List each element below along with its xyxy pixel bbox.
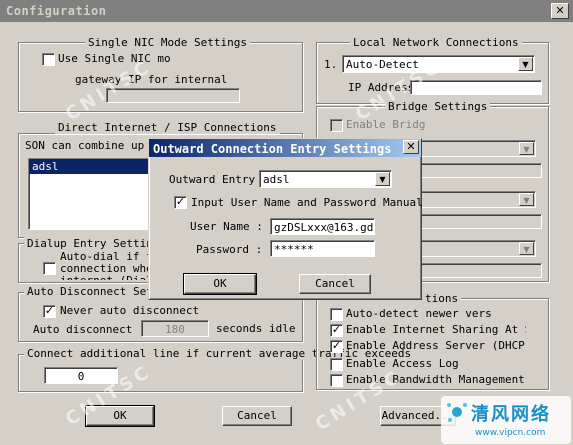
logo-name: 清风网络 — [471, 404, 551, 425]
password-input[interactable]: ****** — [270, 240, 375, 257]
auto-detect-checkbox[interactable] — [330, 308, 343, 321]
password-label: Password : — [196, 243, 263, 256]
options-legend: tions — [422, 292, 462, 305]
auto-dial-line-3: internet (Dial — [60, 274, 153, 280]
check-icon: ✓ — [175, 195, 186, 208]
site-logo: 清风网络 www.vipcn.com — [441, 396, 571, 444]
close-icon: ✕ — [406, 140, 416, 153]
auto-dial-checkbox[interactable] — [43, 262, 56, 275]
bandwidth-checkbox[interactable] — [330, 374, 343, 387]
dialog-ok-button[interactable]: OK — [183, 273, 257, 295]
cancel-button[interactable]: Cancel — [222, 406, 292, 426]
dialog-titlebar: Outward Connection Entry Settings — [149, 139, 421, 157]
enable-bridge-label: Enable Bridg — [346, 118, 426, 131]
direct-internet-legend: Direct Internet / ISP Connections — [55, 121, 280, 134]
dhcp-checkbox[interactable]: ✓ — [330, 340, 343, 353]
dialog-close-button[interactable]: ✕ — [403, 140, 419, 154]
logo-swirl-icon — [447, 403, 467, 422]
bridge-legend: Bridge Settings — [385, 100, 491, 113]
outward-entry-label: Outward Entry — [169, 173, 256, 186]
direct-internet-description: SON can combine up t — [25, 139, 158, 152]
connection-list[interactable]: adsl — [28, 158, 153, 230]
bridge-field-3[interactable] — [420, 263, 542, 278]
auto-disconnect-legend: Auto Disconnect Sett — [24, 285, 163, 298]
never-disconnect-checkbox[interactable]: ✓ — [43, 305, 56, 318]
chevron-down-icon: ▼ — [519, 242, 534, 255]
ip-address-input[interactable] — [410, 80, 542, 95]
use-single-nic-checkbox[interactable] — [42, 53, 55, 66]
dhcp-label: Enable Address Server (DHCP — [346, 339, 525, 352]
logo-url: www.vipcn.com — [475, 428, 546, 438]
local-network-legend: Local Network Connections — [350, 36, 522, 49]
username-label: User Name : — [190, 220, 263, 233]
local-connection-value: Auto-Detect — [346, 58, 419, 71]
seconds-idle-label: seconds idle — [216, 322, 296, 335]
bandwidth-label: Enable Bandwidth Management — [346, 373, 525, 386]
check-icon: ✓ — [331, 339, 342, 352]
chevron-down-icon: ▼ — [375, 172, 390, 186]
input-credentials-label: Input User Name and Password Manual — [191, 196, 423, 209]
chevron-down-icon: ▼ — [519, 193, 534, 206]
dialog-cancel-button[interactable]: Cancel — [299, 274, 371, 294]
single-nic-legend: Single NIC Mode Settings — [85, 36, 250, 49]
local-connection-select[interactable]: Auto-Detect ▼ — [342, 55, 535, 73]
gateway-input[interactable] — [106, 88, 240, 103]
close-icon: ✕ — [555, 4, 565, 17]
outward-entry-value: adsl — [263, 173, 290, 186]
check-icon: ✓ — [331, 323, 342, 336]
outward-entry-select[interactable]: adsl ▼ — [259, 170, 392, 188]
bridge-select-1[interactable]: ▼ — [420, 140, 536, 157]
window-title: Configuration — [6, 4, 107, 18]
username-input[interactable]: gzDSLxxx@163.gd — [270, 218, 375, 235]
input-credentials-checkbox[interactable]: ✓ — [174, 196, 187, 209]
traffic-threshold-input[interactable]: 0 — [44, 367, 118, 384]
internet-sharing-checkbox[interactable]: ✓ — [330, 324, 343, 337]
dialup-legend: Dialup Entry Setting — [24, 237, 163, 250]
check-icon: ✓ — [44, 304, 55, 317]
access-log-label: Enable Access Log — [346, 357, 459, 370]
local-network-row-number: 1. — [324, 58, 338, 71]
auto-disconnect-label: Auto disconnect — [33, 323, 133, 336]
window-close-button[interactable]: ✕ — [551, 3, 569, 19]
window-titlebar: Configuration — [0, 0, 573, 22]
disconnect-seconds-input[interactable]: 180 — [141, 320, 209, 337]
never-disconnect-label: Never auto disconnect — [60, 304, 200, 317]
bridge-select-2[interactable]: ▼ — [420, 191, 536, 208]
chevron-down-icon: ▼ — [519, 142, 534, 155]
auto-detect-label: Auto-detect newer vers — [346, 307, 492, 320]
internet-sharing-label: Enable Internet Sharing At St — [346, 323, 526, 336]
use-single-nic-label: Use Single NIC mo — [58, 52, 171, 65]
gateway-label: gateway IP for internal — [75, 73, 228, 86]
bridge-field-2[interactable] — [420, 214, 542, 229]
access-log-checkbox[interactable] — [330, 358, 343, 371]
bridge-select-3[interactable]: ▼ — [420, 240, 536, 257]
ip-address-label: IP Address — [348, 81, 415, 94]
dialog-title: Outward Connection Entry Settings — [153, 142, 392, 156]
bridge-field-1[interactable] — [420, 163, 542, 178]
chevron-down-icon: ▼ — [518, 57, 533, 71]
enable-bridge-checkbox[interactable] — [330, 119, 343, 132]
list-item[interactable]: adsl — [29, 159, 152, 174]
ok-button[interactable]: OK — [85, 405, 155, 427]
